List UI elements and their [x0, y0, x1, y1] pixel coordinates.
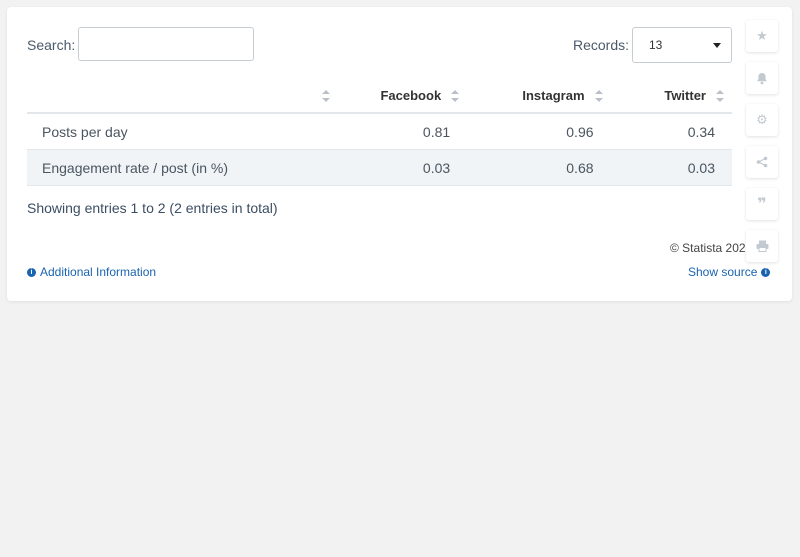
sort-icon — [716, 90, 724, 102]
row-label: Posts per day — [27, 113, 338, 150]
sort-icon — [451, 90, 460, 102]
print-icon — [756, 240, 768, 252]
notification-button[interactable] — [746, 62, 778, 94]
cell-instagram: 0.96 — [467, 113, 611, 150]
share-icon — [756, 156, 768, 168]
additional-information-label: Additional Information — [40, 265, 157, 279]
column-header-facebook[interactable]: Facebook — [337, 79, 468, 114]
row-label: Engagement rate / post (in %) — [27, 149, 338, 186]
settings-button[interactable]: ⚙ — [746, 104, 778, 136]
cell-instagram: 0.68 — [467, 149, 611, 186]
cell-facebook: 0.81 — [337, 113, 468, 150]
entries-summary: Showing entries 1 to 2 (2 entries in tot… — [27, 200, 278, 216]
action-sidebar: ★ ⚙ ❞ — [746, 20, 778, 272]
records-label: Records: — [573, 37, 630, 53]
table-header-row: Facebook Instagram Twitter — [27, 79, 732, 114]
quote-icon: ❞ — [757, 196, 767, 213]
table-row: Posts per day 0.81 0.96 0.34 — [27, 113, 732, 150]
favorite-button[interactable]: ★ — [746, 20, 778, 52]
additional-information-link[interactable]: i Additional Information — [27, 265, 156, 279]
cite-button[interactable]: ❞ — [746, 188, 778, 220]
sort-icon — [594, 90, 603, 102]
records-select[interactable]: 13 — [632, 27, 732, 63]
chevron-down-icon — [713, 43, 721, 48]
records-selected-value: 13 — [649, 38, 663, 52]
cell-facebook: 0.03 — [337, 149, 468, 186]
bell-icon — [757, 72, 767, 84]
cell-twitter: 0.03 — [610, 149, 732, 186]
column-header-instagram[interactable]: Instagram — [467, 79, 611, 114]
column-header-twitter[interactable]: Twitter — [610, 79, 732, 114]
search-label: Search: — [27, 37, 76, 53]
data-table: Facebook Instagram Twitter Posts per day… — [27, 79, 732, 186]
print-button[interactable] — [746, 230, 778, 262]
table-row: Engagement rate / post (in %) 0.03 0.68 … — [27, 149, 732, 186]
gear-icon: ⚙ — [756, 112, 768, 127]
share-button[interactable] — [746, 146, 778, 178]
statistic-card: Search: Records: 13 Facebook Instagram T… — [7, 7, 792, 301]
cell-twitter: 0.34 — [610, 113, 732, 150]
sort-icon — [321, 90, 330, 102]
star-icon: ★ — [756, 28, 768, 43]
info-icon: i — [27, 267, 36, 277]
column-header-label[interactable] — [27, 79, 338, 114]
search-input[interactable] — [78, 27, 254, 61]
copyright-text: © Statista 2021 — [670, 241, 753, 255]
